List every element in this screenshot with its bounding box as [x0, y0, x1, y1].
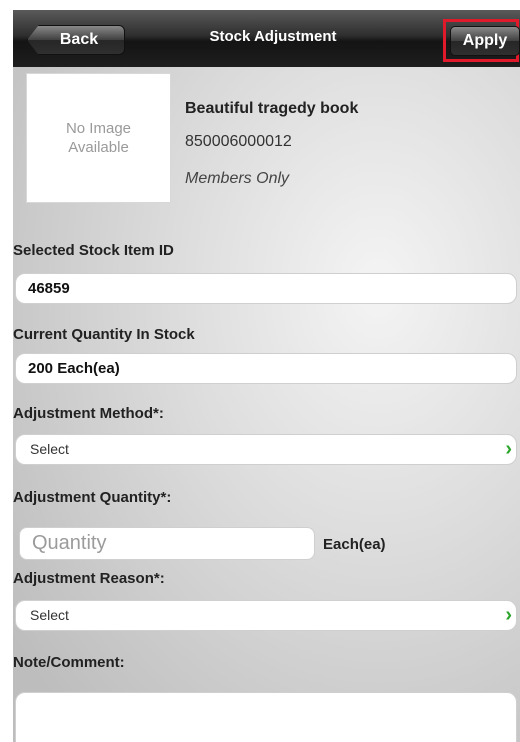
- current-quantity-label: Current Quantity In Stock: [13, 326, 195, 343]
- product-name: Beautiful tragedy book: [185, 100, 359, 117]
- chevron-right-icon: ›: [505, 604, 512, 626]
- top-navigation-bar: Back Stock Adjustment Apply: [13, 10, 520, 67]
- adjustment-quantity-input[interactable]: Quantity: [19, 527, 315, 560]
- product-note: Members Only: [185, 170, 290, 187]
- adjustment-method-value: Select: [30, 441, 69, 457]
- adjustment-quantity-unit: Each(ea): [323, 536, 386, 553]
- adjustment-quantity-label: Adjustment Quantity*:: [13, 489, 172, 506]
- adjustment-method-label: Adjustment Method*:: [13, 405, 164, 422]
- current-quantity-field: 200 Each(ea): [15, 353, 517, 384]
- stock-item-id-field: 46859: [15, 273, 517, 304]
- adjustment-method-select[interactable]: Select ›: [15, 434, 517, 465]
- note-comment-textarea[interactable]: [15, 692, 517, 742]
- apply-button[interactable]: Apply: [450, 26, 520, 56]
- adjustment-reason-value: Select: [30, 607, 69, 623]
- app-screen: Back Stock Adjustment Apply No Image Ava…: [13, 10, 520, 742]
- page-title: Stock Adjustment: [209, 28, 337, 45]
- apply-highlight-box: Apply: [443, 19, 520, 62]
- chevron-right-icon: ›: [505, 438, 512, 460]
- note-comment-label: Note/Comment:: [13, 654, 125, 671]
- adjustment-reason-label: Adjustment Reason*:: [13, 570, 165, 587]
- back-button[interactable]: Back: [27, 25, 125, 55]
- product-image-placeholder: No Image Available: [26, 73, 171, 203]
- product-code: 850006000012: [185, 133, 292, 150]
- stock-item-id-label: Selected Stock Item ID: [13, 242, 174, 259]
- no-image-text: No Image Available: [65, 120, 132, 156]
- adjustment-reason-select[interactable]: Select ›: [15, 600, 517, 631]
